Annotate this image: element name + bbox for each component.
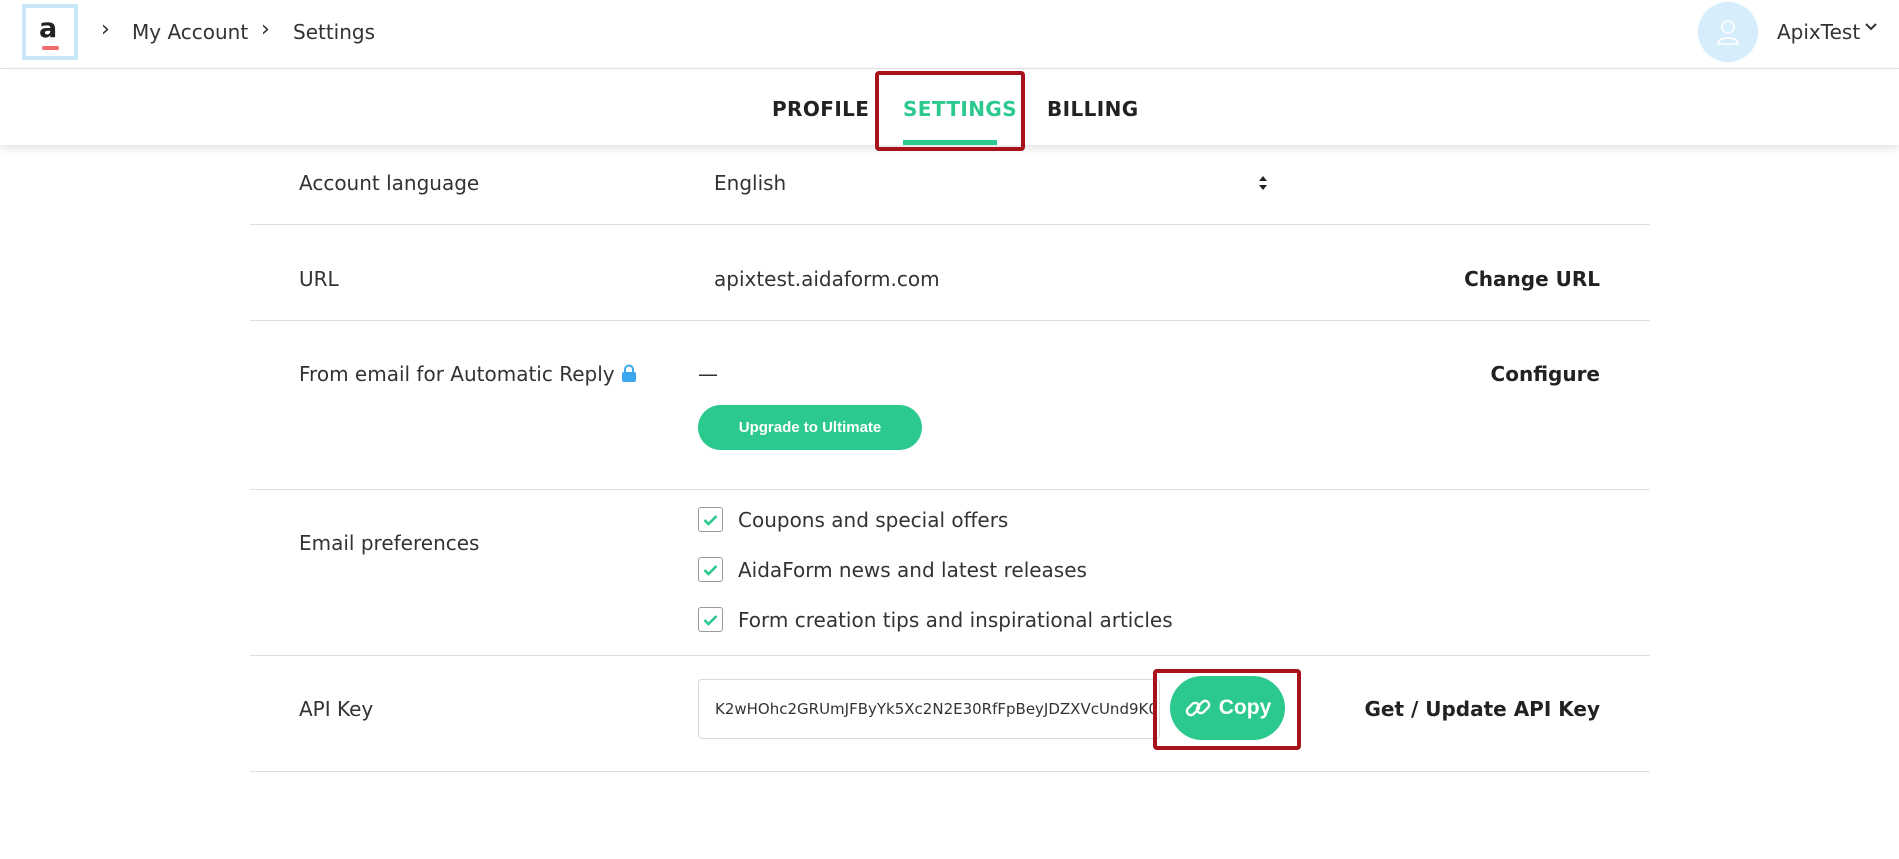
active-tab-indicator (903, 140, 997, 145)
upgrade-to-ultimate-button[interactable]: Upgrade to Ultimate (698, 405, 922, 450)
checkbox-news[interactable] (698, 557, 723, 582)
top-bar: a › My Account › Settings ApixTest (0, 0, 1899, 69)
avatar[interactable] (1698, 2, 1758, 62)
app-logo[interactable]: a (22, 4, 78, 60)
user-icon (1717, 20, 1739, 45)
checkbox-tips[interactable] (698, 607, 723, 632)
divider (250, 224, 1650, 225)
link-icon (1185, 699, 1211, 717)
copy-button[interactable]: Copy (1170, 676, 1285, 740)
divider (250, 489, 1650, 490)
check-icon (703, 564, 718, 576)
checkbox-label: Form creation tips and inspirational art… (738, 608, 1173, 632)
configure-link[interactable]: Configure (1491, 361, 1600, 387)
from-email-value: — (698, 362, 718, 386)
chevron-right-icon: › (101, 17, 110, 42)
tab-billing[interactable]: BILLING (1047, 97, 1139, 121)
divider (250, 320, 1650, 321)
checkbox-coupons[interactable] (698, 507, 723, 532)
checkbox-label: Coupons and special offers (738, 508, 1009, 532)
chevron-down-icon[interactable] (1864, 22, 1878, 32)
divider (250, 771, 1650, 772)
account-language-label: Account language (299, 171, 480, 195)
breadcrumb-my-account[interactable]: My Account (132, 19, 248, 45)
api-key-label: API Key (299, 697, 374, 721)
sort-arrows-icon[interactable] (1258, 175, 1268, 191)
from-email-label: From email for Automatic Reply (299, 361, 637, 387)
logo-mark: a (35, 14, 65, 50)
get-update-api-key-link[interactable]: Get / Update API Key (1364, 696, 1600, 722)
divider (250, 655, 1650, 656)
api-key-field[interactable]: K2wHOhc2GRUmJFByYk5Xc2N2E30RfFpBeyJDZXVc… (698, 679, 1160, 739)
breadcrumb-settings: Settings (293, 20, 376, 44)
tab-settings[interactable]: SETTINGS (903, 97, 1017, 121)
from-email-label-text: From email for Automatic Reply (299, 362, 615, 386)
copy-label: Copy (1218, 696, 1272, 719)
url-value: apixtest.aidaform.com (714, 267, 940, 291)
tab-profile[interactable]: PROFILE (772, 97, 869, 121)
checkbox-label: AidaForm news and latest releases (738, 558, 1087, 582)
tabs-bar: PROFILE SETTINGS BILLING (0, 70, 1899, 145)
username[interactable]: ApixTest (1777, 19, 1860, 45)
chevron-right-icon: › (261, 17, 270, 42)
email-preferences-label: Email preferences (299, 531, 480, 555)
change-url-link[interactable]: Change URL (1464, 266, 1600, 292)
check-icon (703, 514, 718, 526)
url-label: URL (299, 267, 339, 291)
lock-icon (621, 364, 636, 382)
account-language-select[interactable]: English (714, 170, 786, 196)
check-icon (703, 614, 718, 626)
